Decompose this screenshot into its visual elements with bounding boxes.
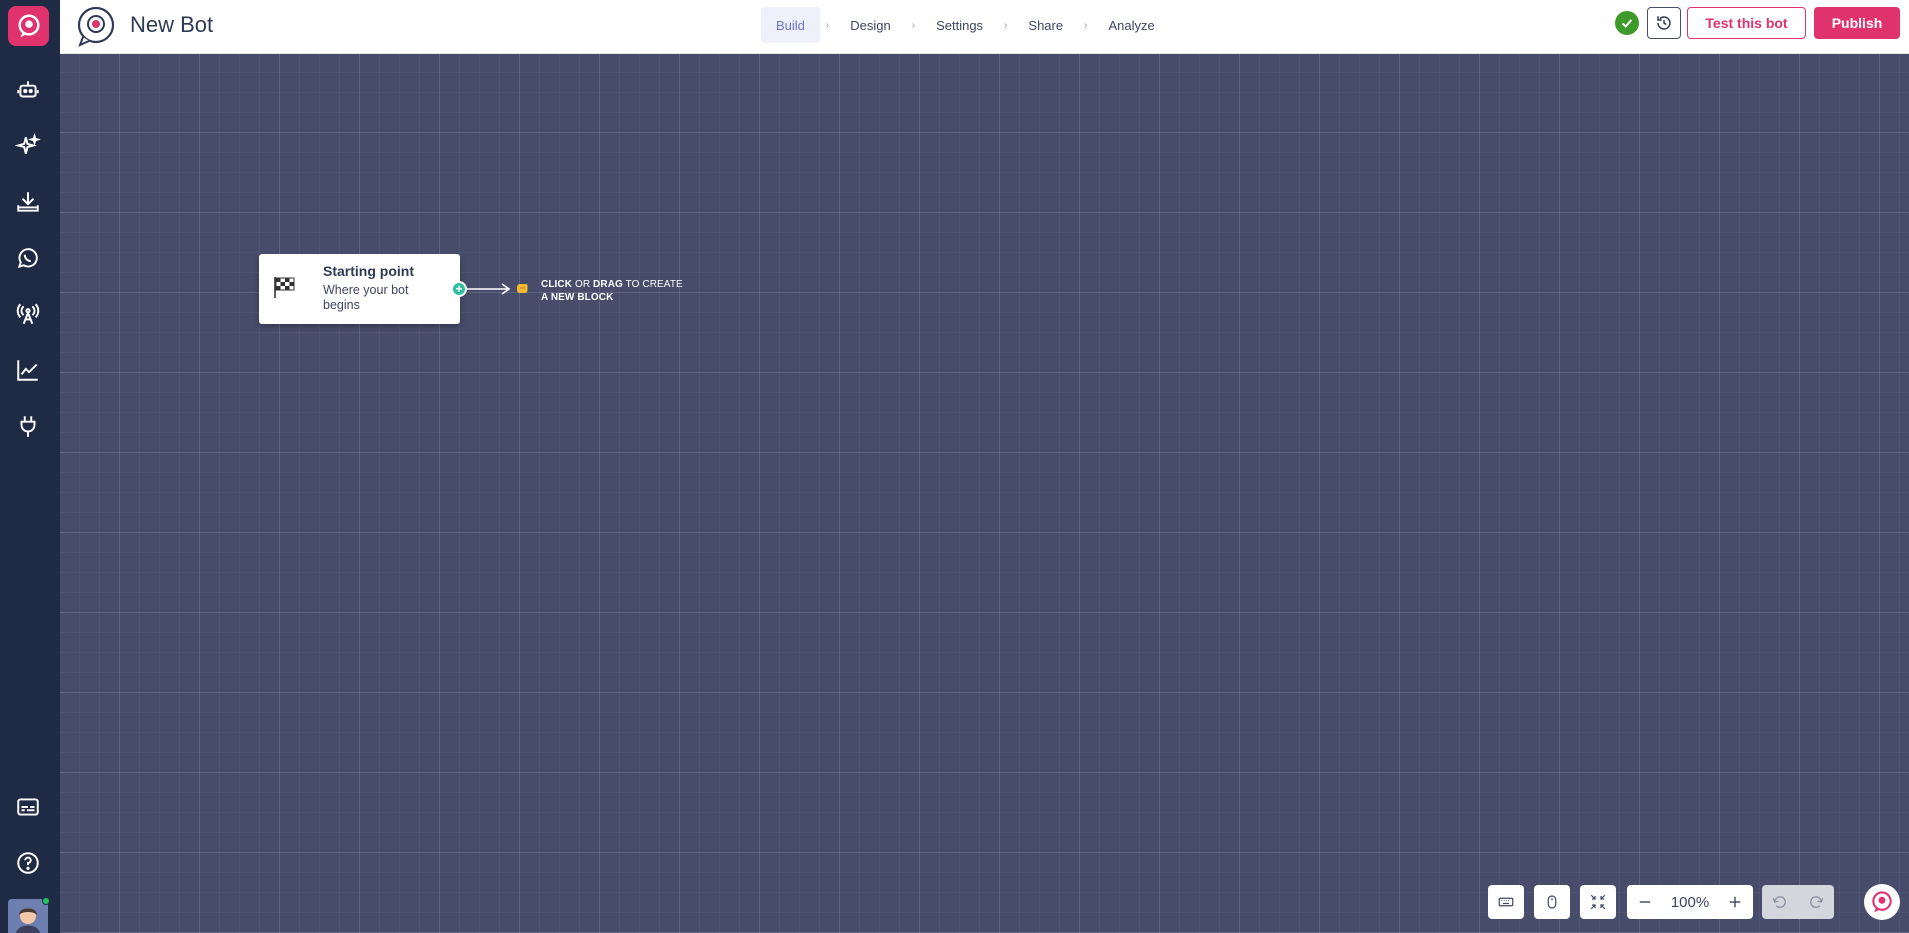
redo-icon bbox=[1810, 896, 1824, 908]
landbot-logo-icon bbox=[17, 14, 40, 38]
sidebar-item-import[interactable] bbox=[10, 184, 46, 220]
pointing-hand-icon bbox=[517, 284, 528, 293]
publish-button[interactable]: Publish bbox=[1814, 7, 1900, 39]
mouse-mode-button[interactable] bbox=[1534, 885, 1570, 919]
mouse-icon bbox=[1547, 895, 1557, 909]
download-icon bbox=[17, 192, 39, 212]
hint-click: CLICK bbox=[541, 279, 573, 290]
chevron-right-icon: › bbox=[825, 19, 830, 31]
sidebar-item-subtitles[interactable] bbox=[10, 789, 46, 825]
block-title: Starting point bbox=[323, 263, 414, 279]
app-logo[interactable] bbox=[8, 6, 49, 46]
sidebar-item-bots[interactable] bbox=[10, 72, 46, 108]
redo-button[interactable] bbox=[1805, 891, 1827, 913]
bot-name[interactable]: New Bot bbox=[130, 12, 213, 38]
starting-point-block[interactable]: Starting point Where your bot begins bbox=[259, 254, 460, 324]
tab-share[interactable]: Share bbox=[1013, 7, 1078, 43]
sidebar-item-ai[interactable] bbox=[10, 128, 46, 164]
help-icon bbox=[17, 852, 39, 874]
sidebar-item-help[interactable] bbox=[10, 845, 46, 881]
builder-canvas[interactable]: Starting point Where your bot begins + C… bbox=[60, 54, 1909, 933]
step-navigation: Build › Design › Settings › Share › Anal… bbox=[761, 7, 1170, 43]
chart-icon bbox=[17, 360, 38, 381]
history-button[interactable] bbox=[1647, 7, 1681, 39]
sidebar-item-broadcast[interactable] bbox=[10, 296, 46, 332]
zoom-out-button[interactable] bbox=[1635, 892, 1655, 912]
tab-build[interactable]: Build bbox=[761, 7, 820, 43]
tab-settings[interactable]: Settings bbox=[921, 7, 998, 43]
plug-icon bbox=[20, 416, 36, 437]
undo-button[interactable] bbox=[1769, 891, 1791, 913]
sidebar-item-whatsapp[interactable] bbox=[10, 240, 46, 276]
keyboard-icon bbox=[1498, 897, 1514, 907]
keyboard-shortcuts-button[interactable] bbox=[1488, 885, 1524, 919]
fit-to-screen-button[interactable] bbox=[1580, 885, 1616, 919]
saved-status-icon bbox=[1615, 11, 1639, 35]
zoom-level: 100% bbox=[1670, 893, 1710, 911]
sparkles-icon bbox=[15, 133, 41, 154]
plus-icon bbox=[1729, 896, 1741, 908]
hint-or: OR bbox=[574, 279, 591, 290]
bot-icon bbox=[17, 81, 39, 98]
chat-support-button[interactable] bbox=[1864, 884, 1900, 920]
hint-to-create: TO CREATE bbox=[625, 279, 683, 290]
block-subtitle: Where your bot begins bbox=[323, 283, 409, 312]
zoom-control: 100% bbox=[1627, 885, 1753, 919]
sidebar-item-integrations[interactable] bbox=[10, 408, 46, 444]
top-bar: New Bot Build › Design › Settings › Shar… bbox=[60, 0, 1909, 54]
avatar[interactable] bbox=[8, 899, 48, 933]
history-controls bbox=[1762, 885, 1834, 919]
hint-drag: DRAG bbox=[593, 279, 623, 290]
bot-logo-icon[interactable] bbox=[74, 4, 118, 48]
minus-icon bbox=[1639, 901, 1651, 903]
sidebar-item-analytics[interactable] bbox=[10, 352, 46, 388]
broadcast-icon bbox=[16, 303, 40, 325]
add-block-connector[interactable]: + bbox=[451, 281, 467, 297]
landbot-chat-icon bbox=[1872, 891, 1892, 913]
undo-icon bbox=[1772, 896, 1786, 908]
online-status-dot bbox=[42, 897, 50, 905]
arrow-right-icon bbox=[466, 283, 511, 295]
tab-analyze[interactable]: Analyze bbox=[1093, 7, 1169, 43]
test-bot-button[interactable]: Test this bot bbox=[1687, 7, 1806, 39]
hint-new-block: A NEW BLOCK bbox=[541, 292, 614, 303]
create-block-hint: CLICK OR DRAG TO CREATE A NEW BLOCK bbox=[541, 278, 683, 304]
collapse-icon bbox=[1590, 894, 1606, 910]
subtitles-icon bbox=[17, 798, 39, 816]
zoom-in-button[interactable] bbox=[1725, 892, 1745, 912]
history-icon bbox=[1657, 16, 1671, 30]
user-avatar-icon bbox=[8, 899, 48, 933]
chevron-right-icon: › bbox=[1004, 19, 1008, 31]
chevron-right-icon: › bbox=[911, 19, 916, 31]
sidebar bbox=[0, 0, 60, 933]
chevron-right-icon: › bbox=[1084, 19, 1088, 31]
tab-design[interactable]: Design bbox=[835, 7, 905, 43]
whatsapp-icon bbox=[17, 248, 38, 269]
checkered-flag-icon bbox=[274, 277, 295, 298]
